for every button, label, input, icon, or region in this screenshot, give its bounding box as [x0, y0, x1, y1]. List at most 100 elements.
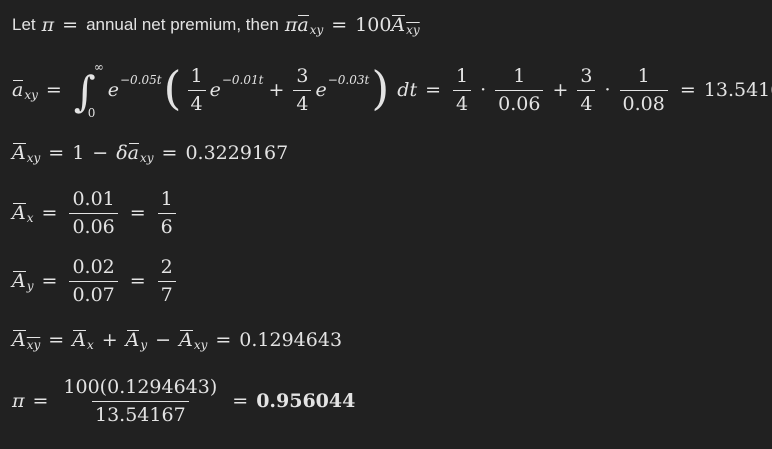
plus-sign: +: [268, 79, 285, 101]
fraction-result: 2 7: [157, 256, 176, 307]
fraction-numerator: 3: [296, 64, 309, 87]
insurance-subscript: xy: [406, 23, 420, 37]
integral: ∫ ∞ 0: [74, 60, 104, 120]
equals-sign: =: [62, 14, 79, 36]
fraction-result: 1 6: [157, 188, 176, 239]
fraction-numerator: 0.02: [72, 256, 115, 278]
fraction-numerator: 2: [160, 256, 173, 278]
equals-sign-2: =: [129, 270, 146, 293]
intro-prefix: Let: [12, 15, 36, 34]
exponent-3: −0.03t: [327, 73, 370, 87]
fraction-numerator: 1: [456, 64, 469, 87]
fraction-denominator: 0.07: [69, 280, 118, 307]
fraction-denominator: 0.06: [495, 89, 544, 116]
integral-upper-limit: ∞: [93, 60, 104, 74]
fraction-numerator: 1: [190, 64, 203, 87]
last-survivor-result: 0.1294643: [239, 329, 343, 351]
equals-sign: =: [41, 202, 58, 225]
last-survivor-equation: Axy = Ax + Ay − Axy = 0.1294643: [12, 329, 343, 352]
left-paren: (: [163, 61, 182, 115]
fraction-denominator: 4: [453, 89, 472, 116]
equals-sign: =: [48, 142, 65, 164]
fraction-numerator: 1: [513, 64, 526, 87]
delta-symbol: δ: [116, 142, 128, 164]
fraction-numerator: 0.01: [72, 188, 115, 210]
fraction-denominator: 0.06: [69, 212, 118, 239]
exponent-2: −0.01t: [221, 73, 264, 87]
insurance-subscript: xy: [26, 338, 41, 352]
equals-sign-2: =: [425, 79, 442, 101]
pi-symbol: π: [12, 390, 25, 413]
fraction: 0.02 0.07: [69, 256, 118, 307]
insurance-symbol-x: A: [72, 329, 86, 351]
fraction-g1: 1 4: [453, 64, 472, 116]
intro-line: Let π = annual net premium, then π a xy =…: [12, 14, 420, 37]
dot-operator: ·: [480, 79, 487, 101]
differential: dt: [397, 79, 418, 101]
annuity-subscript: xy: [24, 88, 38, 102]
single-insurance-x-equation: Ax = 0.01 0.06 = 1 6: [12, 188, 180, 239]
fraction-numerator: 1: [637, 64, 650, 87]
exp-base-1: e: [107, 79, 119, 101]
dot-operator-2: ·: [604, 79, 611, 101]
fraction-denominator: 4: [577, 89, 596, 116]
single-insurance-y-equation: Ay = 0.02 0.07 = 2 7: [12, 256, 180, 307]
insurance-subscript: y: [26, 279, 34, 294]
insurance-subscript: xy: [26, 151, 41, 165]
annuity-symbol: a: [12, 79, 24, 101]
insurance-symbol: A: [12, 202, 26, 225]
equals-sign-2: =: [232, 390, 249, 413]
insurance-symbol-y: A: [125, 329, 140, 351]
intro-text: annual net premium, then: [86, 15, 279, 34]
equals-sign-2: =: [129, 202, 146, 225]
fraction-g3: 3 4: [577, 64, 596, 116]
minus-sign: −: [92, 142, 109, 164]
fraction-numerator: 1: [160, 188, 173, 210]
insurance-symbol: A: [12, 329, 26, 351]
annuity-subscript: xy: [309, 23, 324, 37]
insurance-symbol: A: [12, 142, 26, 164]
equals-sign: =: [41, 270, 58, 293]
premium-result: 0.956044: [256, 390, 356, 413]
fraction-denominator: 13.54167: [92, 400, 189, 427]
annuity-subscript: xy: [140, 151, 154, 165]
insurance-subscript-x: x: [86, 338, 94, 352]
equals-sign: =: [45, 79, 62, 101]
insurance-subscript-y: y: [140, 338, 148, 352]
exponent-1: −0.05t: [119, 73, 162, 87]
minus-sign: −: [155, 329, 172, 351]
one: 1: [72, 142, 85, 164]
insurance-symbol-xy: A: [179, 329, 193, 351]
exp-base-2: e: [209, 79, 221, 101]
fraction-denominator: 4: [293, 89, 312, 116]
fraction-denominator: 6: [157, 212, 176, 239]
insurance-symbol: A: [391, 14, 406, 36]
equals-sign: =: [48, 329, 65, 351]
fraction-g4: 1 0.08: [619, 64, 668, 116]
joint-insurance-equation: Axy = 1 − δ a xy = 0.3229167: [12, 142, 289, 165]
insurance-subscript: x: [26, 211, 34, 226]
insurance-subscript-xy: xy: [193, 338, 208, 352]
insurance-symbol: A: [12, 270, 26, 293]
integral-lower-limit: 0: [87, 106, 96, 120]
annuity-symbol: a: [297, 14, 310, 36]
annuity-symbol: a: [127, 142, 140, 164]
intro-rhs-number: 100: [355, 14, 392, 36]
annuity-result: 13.54167: [703, 79, 772, 101]
fraction: 0.01 0.06: [69, 188, 118, 239]
fraction-denominator: 7: [157, 280, 176, 307]
annuity-equation: a xy = ∫ ∞ 0 e −0.05t ( 1 4 e −0.01t + 3 4 …: [12, 58, 772, 122]
fraction-numerator: 3: [580, 64, 593, 87]
premium-equation: π = 100(0.1294643) 13.54167 = 0.956044: [12, 376, 355, 427]
right-paren: ): [371, 61, 390, 115]
fraction: 100(0.1294643) 13.54167: [60, 376, 220, 427]
exp-base-3: e: [315, 79, 327, 101]
fraction-denominator: 0.08: [619, 89, 668, 116]
equals-sign-2: =: [161, 142, 178, 164]
equals-sign-2: =: [215, 329, 232, 351]
pi-symbol: π: [41, 14, 55, 36]
equals-sign-3: =: [679, 79, 696, 101]
joint-insurance-result: 0.3229167: [185, 142, 289, 164]
equals-sign-2: =: [331, 14, 348, 36]
fraction-1-4: 1 4: [187, 64, 206, 116]
